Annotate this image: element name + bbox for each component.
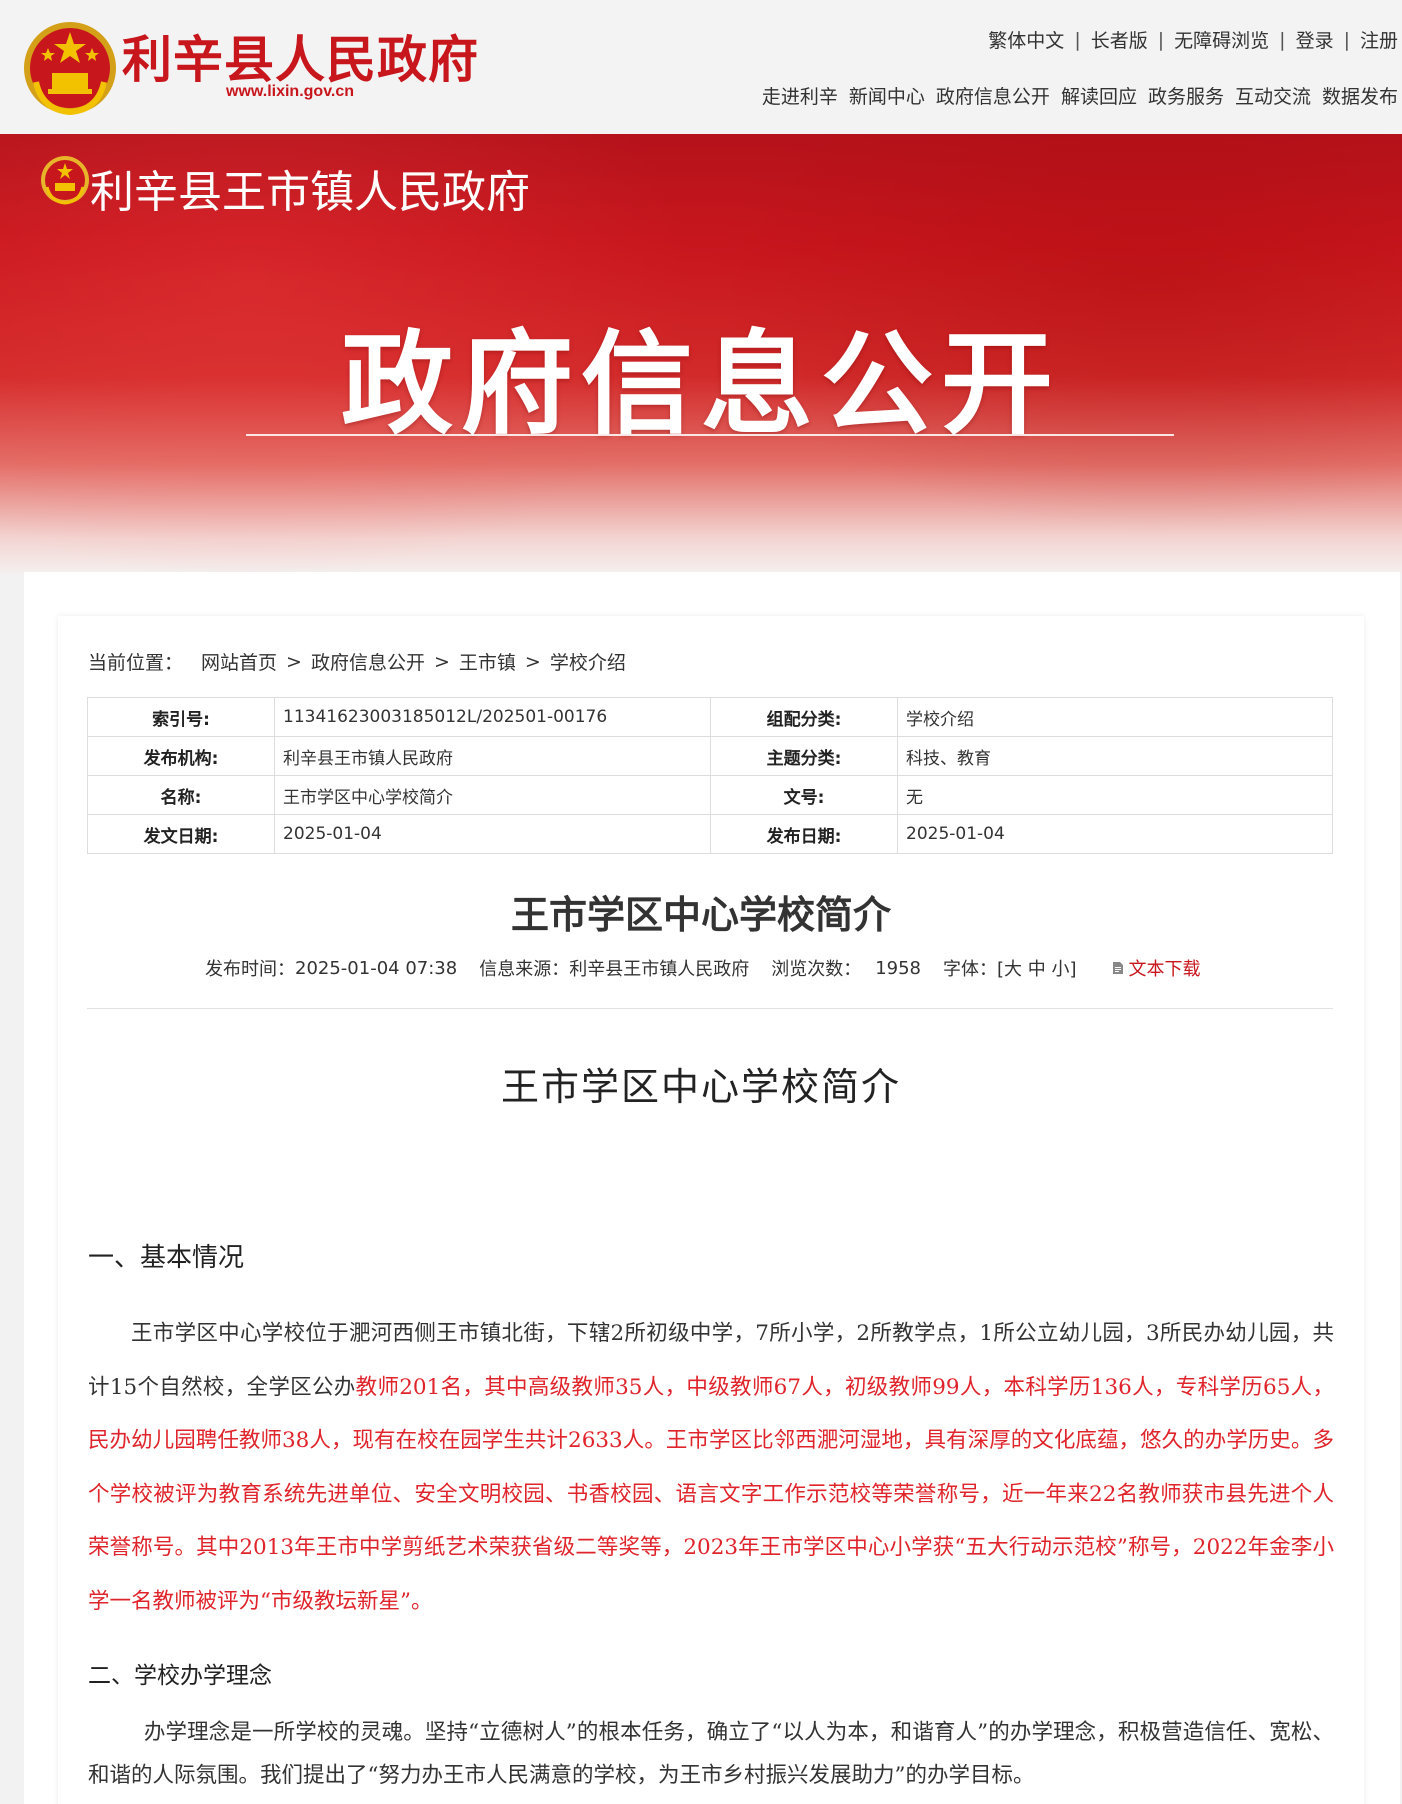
font-size-switcher[interactable]: [大 中 小]: [997, 955, 1077, 981]
banner-divider: [246, 434, 1174, 436]
meta-key: 文号:: [710, 775, 898, 815]
meta-table: 索引号: 11341623003185012L/202501-00176 组配分…: [87, 697, 1333, 854]
nav-item-interpretation[interactable]: 解读回应: [1061, 82, 1137, 109]
meta-value: 科技、教育: [897, 736, 1333, 776]
meta-key: 主题分类:: [710, 736, 898, 776]
town-emblem-icon: [41, 156, 89, 205]
publish-time-label: 发布时间：: [205, 959, 295, 980]
breadcrumb-school-intro[interactable]: 学校介绍: [550, 648, 626, 675]
meta-key: 发文日期:: [87, 814, 275, 854]
table-row: 发布机构: 利辛县王市镇人民政府 主题分类: 科技、教育: [87, 736, 1333, 776]
utility-links: 繁体中文 | 长者版 | 无障碍浏览 | 登录 | 注册: [988, 26, 1398, 53]
link-login[interactable]: 登录: [1296, 26, 1334, 53]
paragraph-basic-info: 王市学区中心学校位于淝河西侧王市镇北街，下辖2所初级中学，7所小学，2所教学点，…: [88, 1307, 1334, 1628]
breadcrumb-separator: >: [286, 650, 302, 673]
font-size-label: 字体：: [943, 959, 998, 980]
meta-value: 2025-01-04: [274, 814, 711, 854]
source-label: 信息来源：: [479, 959, 570, 980]
meta-key: 发布日期:: [710, 814, 898, 854]
site-header: 利辛县人民政府 www.lixin.gov.cn 繁体中文 | 长者版 | 无障…: [0, 0, 1402, 134]
nav-item-interaction[interactable]: 互动交流: [1235, 82, 1311, 109]
paragraph-text-highlight: 教师201名，其中高级教师35人，中级教师67人，初级教师99人，本科学历136…: [88, 1374, 1334, 1614]
meta-key: 组配分类:: [710, 697, 898, 737]
nav-item-about[interactable]: 走进利辛: [762, 82, 838, 109]
separator: |: [1343, 28, 1350, 51]
meta-value: 无: [897, 775, 1333, 815]
meta-value: 利辛县王市镇人民政府: [274, 736, 711, 776]
paragraph-philosophy: 办学理念是一所学校的灵魂。坚持“立德树人”的根本任务，确立了“以人为本，和谐育人…: [88, 1720, 1334, 1788]
meta-key: 发布机构:: [87, 736, 275, 776]
link-accessibility[interactable]: 无障碍浏览: [1174, 26, 1269, 53]
separator: |: [1074, 28, 1081, 51]
breadcrumb-label: 当前位置：: [88, 652, 184, 674]
separator: |: [1157, 28, 1165, 51]
breadcrumb: 当前位置： 网站首页 > 政府信息公开 > 王市镇 > 学校介绍: [88, 648, 626, 675]
divider: [87, 1008, 1333, 1009]
table-row: 名称: 王市学区中心学校简介 文号: 无: [87, 775, 1333, 815]
separator: |: [1279, 28, 1286, 51]
publish-time: 2025-01-04 07:38: [295, 957, 458, 979]
site-name[interactable]: 利辛县人民政府: [122, 20, 479, 92]
section-heading-basic-info: 一、基本情况: [88, 1243, 245, 1273]
section-heading-philosophy: 二、学校办学理念: [88, 1663, 272, 1689]
source: 利辛县王市镇人民政府: [569, 959, 750, 980]
view-count: 1958: [875, 957, 922, 979]
meta-key: 名称:: [87, 775, 275, 815]
site-url[interactable]: www.lixin.gov.cn: [226, 83, 354, 101]
meta-value: 学校介绍: [897, 697, 1333, 737]
download-label: 文本下载: [1128, 959, 1201, 980]
town-name[interactable]: 利辛县王市镇人民政府: [90, 156, 530, 220]
article-title: 王市学区中心学校简介: [510, 893, 891, 937]
download-button[interactable]: 文本下载: [1111, 955, 1201, 981]
national-emblem-icon[interactable]: [22, 18, 118, 118]
main-nav: 走进利辛 新闻中心 政府信息公开 解读回应 政务服务 互动交流 数据发布: [762, 82, 1398, 109]
banner: 利辛县王市镇人民政府 政府信息公开: [0, 134, 1402, 574]
document-icon: [1112, 962, 1123, 974]
nav-item-news[interactable]: 新闻中心: [849, 82, 925, 109]
breadcrumb-info-disclosure[interactable]: 政府信息公开: [311, 648, 425, 675]
link-traditional-chinese[interactable]: 繁体中文: [988, 26, 1064, 53]
nav-item-info-disclosure[interactable]: 政府信息公开: [936, 82, 1050, 109]
nav-item-services[interactable]: 政务服务: [1148, 82, 1224, 109]
link-register[interactable]: 注册: [1360, 26, 1398, 53]
link-elder-version[interactable]: 长者版: [1091, 26, 1148, 53]
meta-value: 11341623003185012L/202501-00176: [274, 697, 711, 737]
table-row: 发文日期: 2025-01-04 发布日期: 2025-01-04: [87, 814, 1333, 854]
views-label: 浏览次数：: [771, 959, 862, 980]
nav-item-data[interactable]: 数据发布: [1322, 82, 1398, 109]
article-info: 发布时间： 2025-01-04 07:38 信息来源： 利辛县王市镇人民政府 …: [205, 955, 1201, 981]
banner-title: 政府信息公开: [341, 320, 1061, 450]
meta-value: 2025-01-04: [897, 814, 1333, 854]
breadcrumb-separator: >: [524, 650, 541, 673]
table-row: 索引号: 11341623003185012L/202501-00176 组配分…: [87, 697, 1333, 737]
breadcrumb-separator: >: [433, 650, 450, 673]
meta-key: 索引号:: [87, 697, 275, 737]
breadcrumb-town[interactable]: 王市镇: [459, 648, 516, 675]
breadcrumb-home[interactable]: 网站首页: [201, 648, 277, 675]
document-title: 王市学区中心学校简介: [500, 1065, 901, 1109]
meta-value: 王市学区中心学校简介: [274, 775, 711, 815]
